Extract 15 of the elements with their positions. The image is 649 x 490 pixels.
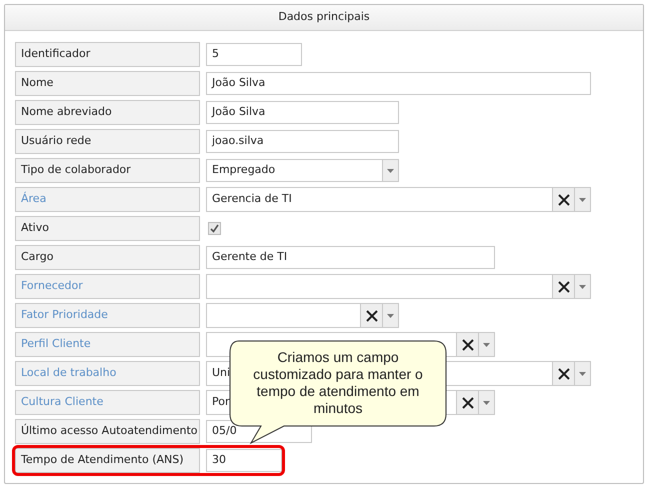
field-label: Usuário rede [15,129,200,154]
lookup-value: Gerencia de TI [212,191,292,208]
dropdown-value: Empregado [211,162,276,178]
field-label: Tipo de colaborador [15,158,200,183]
field-label: Nome abreviado [15,100,200,125]
field-label: Identificador [15,42,200,67]
panel-title: Dados principais [278,9,370,26]
lookup-value: Uni [212,365,230,382]
tooltip-text: Criamos um campo customizado para manter o tempo de atendimento em minutos [252,349,424,417]
field-label: Nome [15,71,200,96]
lookup-value: Por [212,394,230,410]
field-label: Ativo [15,216,200,241]
field-label: Tempo de Atendimento (ANS) [15,448,200,473]
field-label: Último acesso Autoatendimento [15,419,200,444]
field-label: Cargo [15,245,200,270]
